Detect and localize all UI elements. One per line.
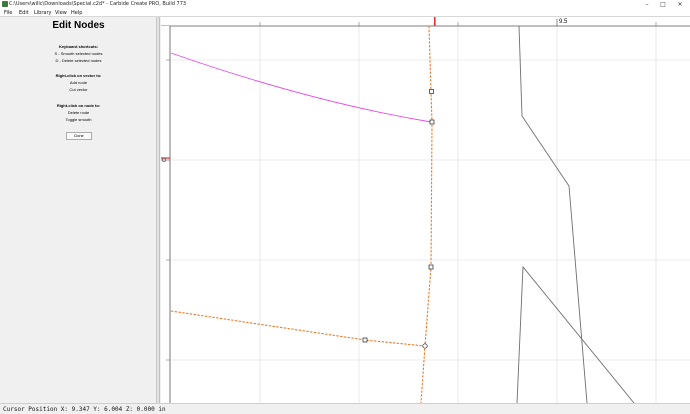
node-delete: Delete node [67, 110, 90, 115]
shortcuts-title: Keyboard shortcuts: [58, 44, 99, 49]
edit-node[interactable] [429, 89, 434, 94]
menu-help[interactable]: Help [71, 9, 82, 17]
maximize-icon[interactable]: □ [657, 0, 669, 9]
node-menu-title: Right-click on node to: [56, 103, 101, 108]
edit-node[interactable] [428, 264, 434, 270]
edit-nodes-panel: Edit Nodes Keyboard shortcuts: S - Smoot… [0, 17, 157, 403]
app-icon [2, 1, 8, 7]
smooth-node[interactable] [422, 343, 428, 349]
menu-bar: File Edit Library View Help [0, 9, 690, 17]
panel-splitter[interactable] [157, 17, 160, 403]
menu-edit[interactable]: Edit [19, 9, 29, 17]
edit-node[interactable] [362, 337, 368, 343]
edit-node[interactable] [429, 119, 435, 125]
drawing-canvas[interactable]: 9.5 [161, 17, 690, 403]
grey-vector-lower[interactable] [516, 265, 635, 403]
grid-lines [171, 26, 690, 403]
vector-add-node: Add node [69, 80, 88, 85]
menu-file[interactable]: File [4, 9, 12, 17]
ruler-cursor-marker-x [434, 17, 436, 26]
node-toggle-smooth: Toggle smooth [65, 117, 92, 122]
menu-library[interactable]: Library [34, 9, 51, 17]
left-ruler-bg [161, 26, 170, 403]
orange-vector-horizontal[interactable] [170, 310, 426, 347]
cursor-position: Cursor Position X: 9.347 Y: 6.004 Z: 0.0… [3, 406, 166, 413]
done-button[interactable]: Done [66, 132, 92, 140]
ruler-label: 9.5 [559, 19, 568, 25]
status-bar: Cursor Position X: 9.347 Y: 6.004 Z: 0.0… [0, 403, 690, 414]
window-title: C:\Users\willc\Downloads\Special.c2d* - … [9, 1, 187, 7]
top-ruler-bg [161, 17, 690, 26]
shortcut-delete: D - Delete selected nodes [55, 58, 102, 63]
shortcut-smooth: S - Smooth selected nodes [54, 51, 103, 56]
title-bar: C:\Users\willc\Downloads\Special.c2d* - … [0, 0, 690, 9]
menu-view[interactable]: View [55, 9, 67, 17]
left-ruler [161, 26, 171, 403]
minimize-icon[interactable]: – [641, 0, 653, 9]
vector-menu-title: Right-click on vector to: [55, 73, 102, 78]
vector-cut: Cut vector [69, 87, 88, 92]
panel-heading: Edit Nodes [52, 20, 105, 31]
top-ruler: 9.5 [161, 17, 690, 27]
close-icon[interactable]: ✕ [674, 0, 686, 9]
canvas-svg[interactable]: 9.5 [161, 17, 690, 403]
magenta-vector[interactable] [170, 52, 432, 123]
grey-vector-upper[interactable] [518, 25, 588, 403]
